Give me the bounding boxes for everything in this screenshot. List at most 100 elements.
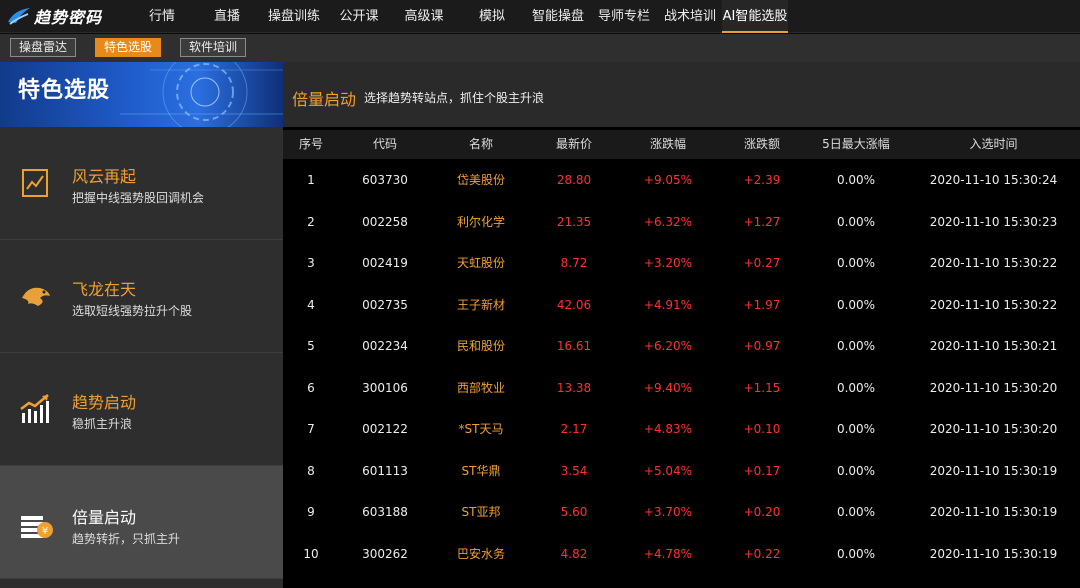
cell-change-amt: +1.27 <box>743 214 781 229</box>
sidebar-item-desc: 选取短线强势拉升个股 <box>72 304 193 318</box>
cell-change-amt: +0.10 <box>743 422 781 436</box>
subtab-radar[interactable]: 操盘雷达 <box>10 38 76 57</box>
top-nav: 趋势密码 行情 直播 操盘训练 公开课 高级课 模拟 智能操盘 导师专栏 战术培… <box>0 0 1080 33</box>
cell-5day-max: 0.00% <box>836 546 876 561</box>
nav-item-trading-training[interactable]: 操盘训练 <box>265 0 323 33</box>
cell-price: 3.54 <box>560 463 588 478</box>
table-row[interactable]: 1 603730 岱美股份 28.80 +9.05% +2.39 0.00% 2020-11-… <box>283 160 1080 202</box>
nav-item-advanced-class[interactable]: 高级课 <box>401 0 447 33</box>
nav-item-mentor-column[interactable]: 导师专栏 <box>595 0 653 33</box>
cell-change-amt: +0.27 <box>743 256 781 270</box>
cell-name[interactable]: 巴安水务 <box>431 534 531 576</box>
nav-item-tactics-training[interactable]: 战术培训 <box>661 0 719 33</box>
cell-time: 2020-11-10 15:30:20 <box>929 380 1058 395</box>
cell-change-pct: +9.40% <box>643 380 693 395</box>
main-header: 倍量启动 选择趋势转站点，抓住个股主升浪 <box>283 62 1080 127</box>
col-header-index[interactable]: 序号 <box>283 130 339 159</box>
table-row[interactable]: 4 002735 王子新材 42.06 +4.91% +1.97 0.00% 2020-11-… <box>283 285 1080 327</box>
cell-index: 8 <box>307 463 315 478</box>
table-row[interactable]: 7 002122 *ST天马 2.17 +4.83% +0.10 0.00% 2020-11-… <box>283 409 1080 451</box>
cell-5day-max: 0.00% <box>836 505 876 519</box>
cell-index: 10 <box>303 546 319 561</box>
cell-name[interactable]: ST亚邦 <box>431 492 531 534</box>
cell-name[interactable]: 利尔化学 <box>431 202 531 244</box>
sidebar-item-beiliang[interactable]: ¥ 倍量启动 趋势转折，只抓主升 <box>0 466 283 579</box>
sidebar-banner: 特色选股 <box>0 62 283 127</box>
table-row[interactable]: 2 002258 利尔化学 21.35 +6.32% +1.27 0.00% 2020-11-… <box>283 202 1080 244</box>
cell-name[interactable]: 王子新材 <box>431 285 531 327</box>
table-row[interactable]: 3 002419 天虹股份 8.72 +3.20% +0.27 0.00% 2020-11-1… <box>283 243 1080 285</box>
cell-time: 2020-11-10 15:30:23 <box>929 214 1058 229</box>
sidebar-item-title: 风云再起 <box>72 167 137 186</box>
cell-index: 4 <box>307 297 315 312</box>
cell-code: 002122 <box>362 422 408 436</box>
sidebar-item-title: 趋势启动 <box>72 393 137 412</box>
svg-text:¥: ¥ <box>42 526 48 537</box>
cell-name[interactable]: *ST天马 <box>431 409 531 451</box>
page-subtitle: 选择趋势转站点，抓住个股主升浪 <box>364 91 545 105</box>
cell-price: 13.38 <box>556 380 592 395</box>
cell-change-pct: +6.20% <box>643 339 693 353</box>
col-header-name[interactable]: 名称 <box>431 130 531 159</box>
table-row[interactable]: 6 300106 西部牧业 13.38 +9.40% +1.15 0.00% 2020-11-… <box>283 368 1080 410</box>
cell-code: 002234 <box>362 339 408 353</box>
cell-change-amt: +0.22 <box>743 546 781 561</box>
cell-index: 7 <box>307 422 315 436</box>
sidebar-item-feilong[interactable]: 飞龙在天 选取短线强势拉升个股 <box>0 240 283 353</box>
table-row[interactable]: 8 601113 ST华鼎 3.54 +5.04% +0.17 0.00% 2020-11-1… <box>283 451 1080 493</box>
sidebar-item-fengyun[interactable]: 风云再起 把握中线强势股回调机会 <box>0 127 283 240</box>
table-row[interactable]: 5 002234 民和股份 16.61 +6.20% +0.97 0.00% 2020-11-… <box>283 326 1080 368</box>
cell-name[interactable]: 岱美股份 <box>431 160 531 202</box>
chart-doc-icon <box>22 169 48 197</box>
nav-item-open-class[interactable]: 公开课 <box>336 0 382 33</box>
cell-5day-max: 0.00% <box>836 339 876 353</box>
cell-index: 1 <box>307 173 315 187</box>
cell-change-amt: +0.20 <box>743 505 781 519</box>
cell-5day-max: 0.00% <box>836 173 876 187</box>
cell-price: 42.06 <box>556 297 592 312</box>
cell-name[interactable]: 西部牧业 <box>431 368 531 410</box>
cell-5day-max: 0.00% <box>836 297 876 312</box>
cell-time: 2020-11-10 15:30:22 <box>929 297 1058 312</box>
table-row[interactable]: 9 603188 ST亚邦 5.60 +3.70% +0.20 0.00% 2020-11-1… <box>283 492 1080 534</box>
table-header: 序号 代码 名称 最新价 涨跌幅 涨跌额 5日最大涨幅 入选时间 <box>283 130 1080 159</box>
sidebar-item-desc: 稳抓主升浪 <box>72 417 133 431</box>
cell-price: 8.72 <box>560 256 588 270</box>
cell-code: 601113 <box>362 463 408 478</box>
cell-time: 2020-11-10 15:30:22 <box>929 256 1058 270</box>
cell-change-amt: +1.97 <box>743 297 781 312</box>
cell-name[interactable]: 天虹股份 <box>431 243 531 285</box>
nav-item-smart-trading[interactable]: 智能操盘 <box>529 0 587 33</box>
col-header-change-pct[interactable]: 涨跌幅 <box>617 130 719 159</box>
cell-time: 2020-11-10 15:30:21 <box>929 339 1058 353</box>
sidebar-item-qushi[interactable]: 趋势启动 稳抓主升浪 <box>0 353 283 466</box>
sidebar-item-title: 倍量启动 <box>72 508 137 527</box>
subtab-featured-picks[interactable]: 特色选股 <box>95 38 161 57</box>
nav-item-ai-stock-picking[interactable]: AI智能选股 <box>722 0 788 33</box>
cell-price: 2.17 <box>560 422 588 436</box>
col-header-price[interactable]: 最新价 <box>531 130 617 159</box>
cell-time: 2020-11-10 15:30:19 <box>929 505 1058 519</box>
money-stack-icon: ¥ <box>21 516 53 538</box>
cell-time: 2020-11-10 15:30:19 <box>929 546 1058 561</box>
cell-change-pct: +4.91% <box>643 297 693 312</box>
cell-name[interactable]: 民和股份 <box>431 326 531 368</box>
table-row[interactable]: 10 300262 巴安水务 4.82 +4.78% +0.22 0.00% 2020-11-… <box>283 534 1080 576</box>
logo[interactable]: 趋势密码 <box>6 5 102 27</box>
col-header-5day-max[interactable]: 5日最大涨幅 <box>805 130 907 159</box>
logo-text: 趋势密码 <box>34 8 103 27</box>
nav-item-simulation[interactable]: 模拟 <box>470 0 514 33</box>
cell-5day-max: 0.00% <box>836 422 876 436</box>
col-header-change-amt[interactable]: 涨跌额 <box>719 130 805 159</box>
cell-change-pct: +3.70% <box>643 505 693 519</box>
cell-name[interactable]: ST华鼎 <box>431 451 531 493</box>
subtab-software-training[interactable]: 软件培训 <box>180 38 246 57</box>
cell-index: 6 <box>307 380 315 395</box>
col-header-time[interactable]: 入选时间 <box>907 130 1080 159</box>
col-header-code[interactable]: 代码 <box>339 130 431 159</box>
sidebar-banner-title: 特色选股 <box>18 78 111 103</box>
nav-item-market[interactable]: 行情 <box>140 0 184 33</box>
cell-price: 4.82 <box>560 546 588 561</box>
cell-index: 2 <box>307 214 315 229</box>
nav-item-live[interactable]: 直播 <box>205 0 249 33</box>
